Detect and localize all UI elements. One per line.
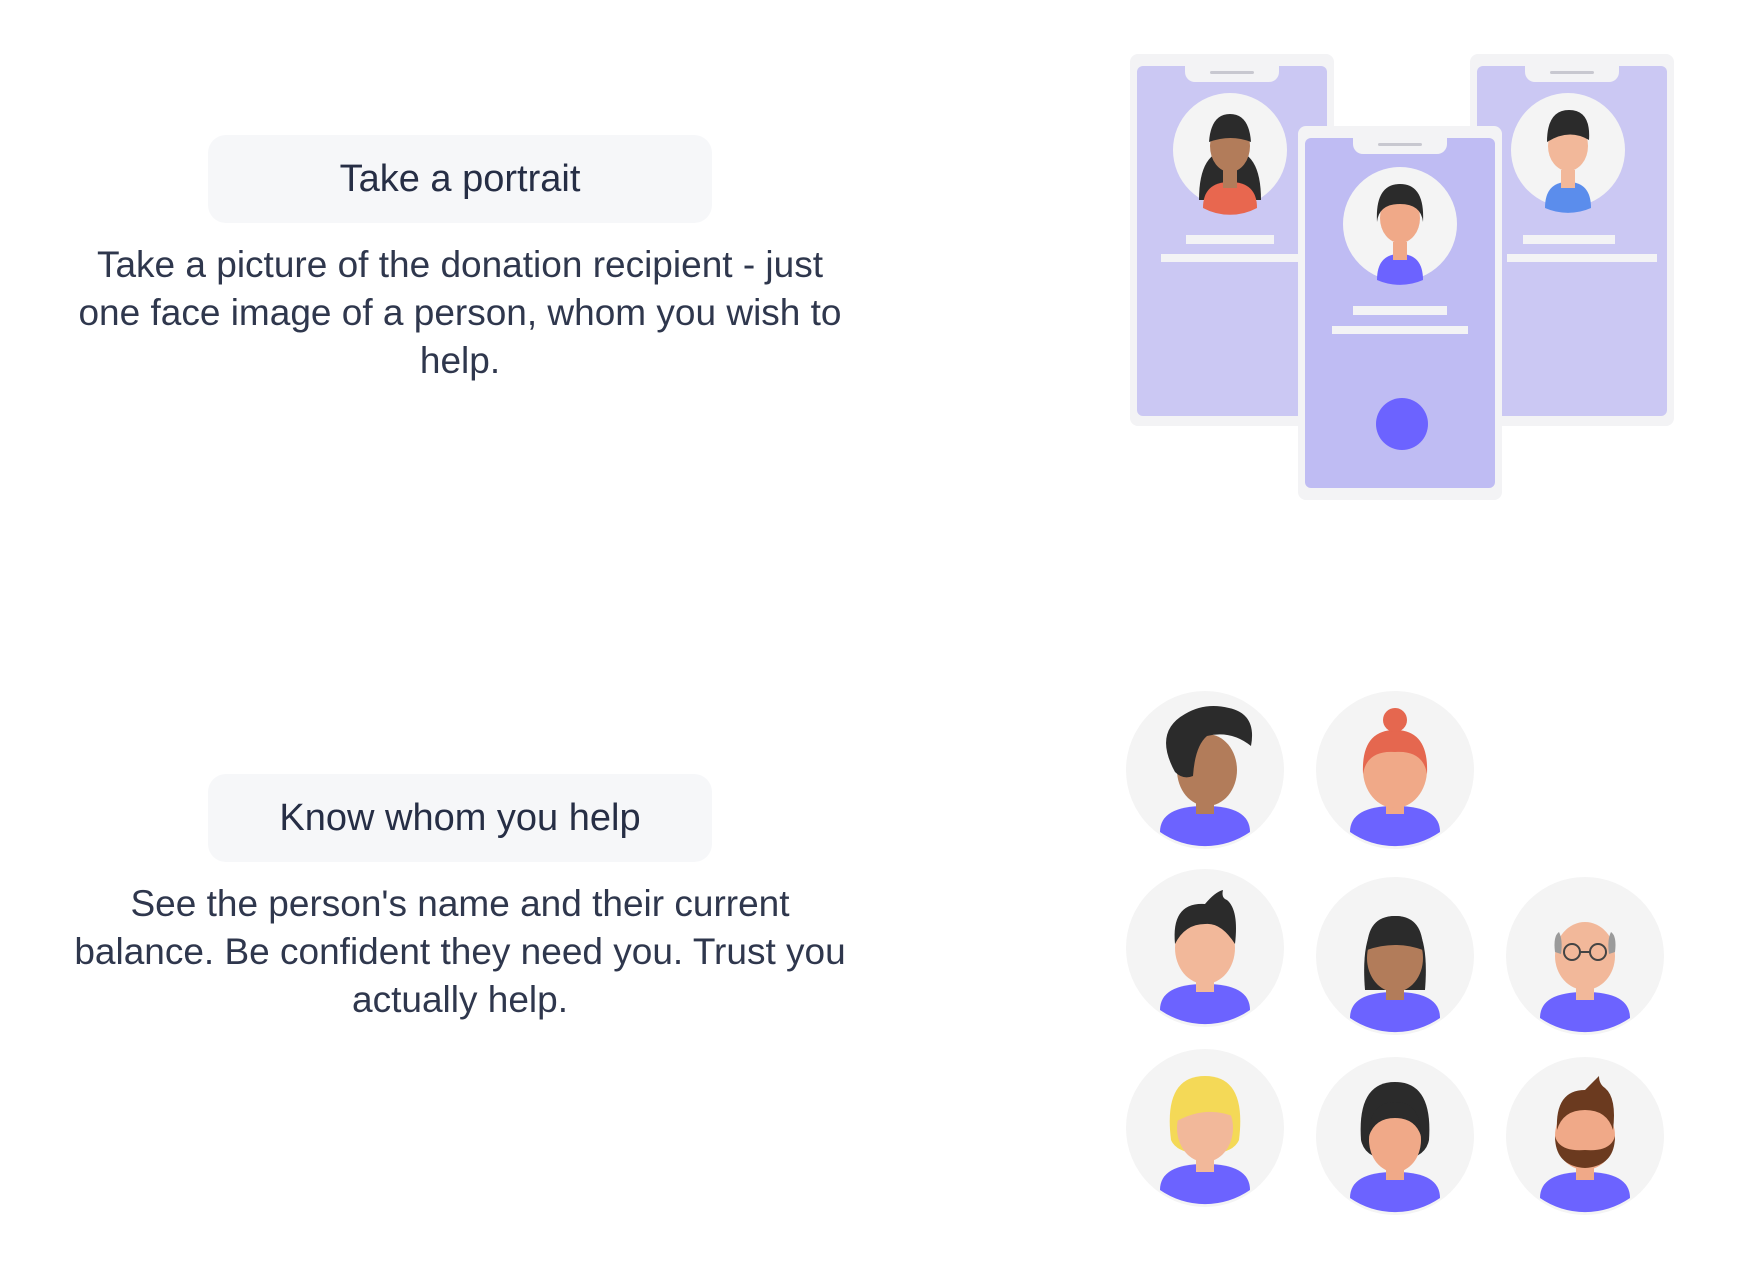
feature-title: Take a portrait	[208, 135, 712, 223]
avatars-illustration	[1126, 691, 1664, 1215]
phones-illustration	[1130, 54, 1674, 500]
avatar	[1506, 1057, 1664, 1215]
feature-title: Know whom you help	[208, 774, 712, 862]
avatar	[1126, 869, 1284, 1027]
feature-take-portrait: Take a portrait Take a picture of the do…	[60, 135, 860, 385]
avatar	[1126, 691, 1284, 849]
feature-know-whom-you-help: Know whom you help See the person's name…	[60, 774, 860, 1024]
feature-description: Take a picture of the donation recipient…	[78, 244, 842, 381]
avatar	[1316, 877, 1474, 1035]
avatar	[1316, 1057, 1474, 1215]
avatar	[1506, 877, 1664, 1035]
avatar	[1316, 691, 1474, 849]
feature-description: See the person's name and their current …	[74, 883, 846, 1020]
phone-center	[1298, 126, 1502, 500]
avatar	[1126, 1049, 1284, 1207]
